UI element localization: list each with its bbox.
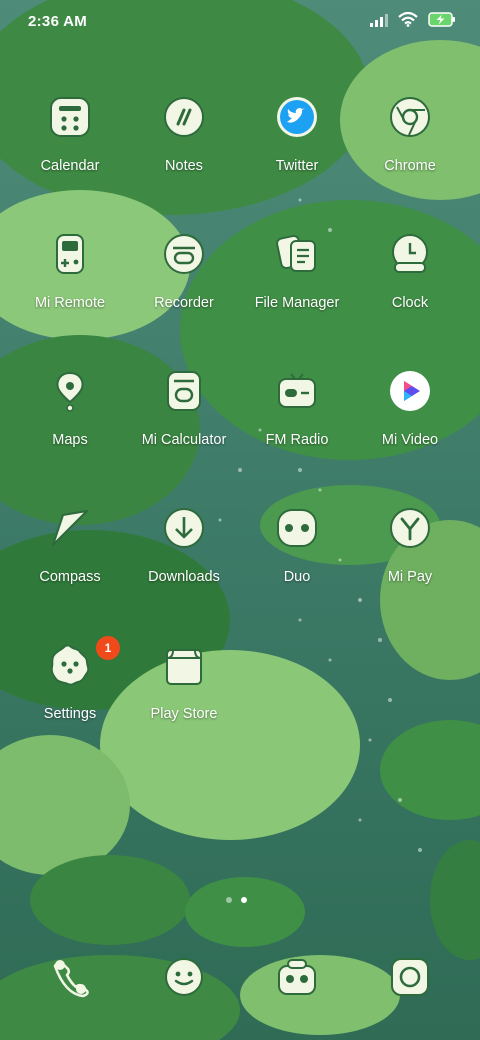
app-maps[interactable]: Maps [14, 370, 126, 480]
app-label: Calendar [40, 158, 100, 174]
app-label: Mi Pay [387, 569, 433, 585]
recorder-icon [164, 234, 204, 274]
app-fm-radio[interactable]: FM Radio [241, 370, 353, 480]
app-duo[interactable]: Duo [241, 507, 353, 617]
calculator-icon [167, 371, 201, 411]
camera-icon[interactable] [389, 956, 431, 998]
app-mi-video[interactable]: Mi Video [354, 370, 466, 480]
radio-icon [278, 373, 316, 408]
app-downloads[interactable]: Downloads [128, 507, 240, 617]
app-mi-pay[interactable]: Mi Pay [354, 507, 466, 617]
app-mi-calculator[interactable]: Mi Calculator [128, 370, 240, 480]
compass-icon [52, 510, 88, 546]
settings-icon [50, 644, 90, 686]
play-store-icon [166, 649, 202, 685]
app-label: Mi Remote [34, 295, 106, 311]
app-label: Clock [391, 295, 429, 311]
calendar-icon [50, 97, 90, 137]
app-label: Play Store [150, 706, 218, 722]
app-label: Notes [165, 158, 203, 174]
page-indicator [226, 897, 247, 903]
app-label: Settings [43, 706, 97, 722]
app-clock[interactable]: Clock [354, 233, 466, 343]
notes-icon [164, 97, 204, 137]
page-dot-current[interactable] [241, 897, 247, 903]
duo-icon [277, 509, 317, 547]
app-label: Mi Calculator [141, 432, 227, 448]
app-label: Downloads [148, 569, 220, 585]
video-icon [390, 371, 430, 411]
gallery-icon[interactable] [276, 956, 318, 998]
app-calendar[interactable]: Calendar [14, 96, 126, 206]
twitter-icon [277, 97, 317, 137]
app-label: FM Radio [265, 432, 329, 448]
app-compass[interactable]: Compass [14, 507, 126, 617]
app-chrome[interactable]: Chrome [354, 96, 466, 206]
app-grid: Calendar Notes Twitter Chrome Mi Remote … [0, 0, 480, 1040]
app-label: Recorder [154, 295, 214, 311]
app-label: File Manager [254, 295, 340, 311]
maps-icon [56, 371, 84, 412]
notification-badge: 1 [96, 636, 120, 660]
dock [0, 950, 480, 1010]
file-manager-icon [276, 234, 316, 272]
app-notes[interactable]: Notes [128, 96, 240, 206]
app-label: Mi Video [381, 432, 439, 448]
app-settings[interactable]: 1 Settings [14, 636, 126, 754]
app-mi-remote[interactable]: Mi Remote [14, 233, 126, 343]
app-label: Twitter [275, 158, 319, 174]
app-label: Chrome [384, 158, 436, 174]
app-label: Compass [39, 569, 101, 585]
phone-icon[interactable] [49, 956, 91, 998]
app-recorder[interactable]: Recorder [128, 233, 240, 343]
mi-pay-icon [390, 508, 430, 548]
clock-icon [392, 234, 428, 273]
app-label: Duo [283, 569, 311, 585]
remote-icon [56, 234, 84, 274]
downloads-icon [164, 508, 204, 548]
app-play-store[interactable]: Play Store [128, 644, 240, 754]
app-label: Maps [52, 432, 88, 448]
messages-icon[interactable] [163, 956, 205, 998]
page-dot[interactable] [226, 897, 232, 903]
app-twitter[interactable]: Twitter [241, 96, 353, 206]
chrome-icon [390, 97, 430, 137]
app-file-manager[interactable]: File Manager [241, 233, 353, 343]
